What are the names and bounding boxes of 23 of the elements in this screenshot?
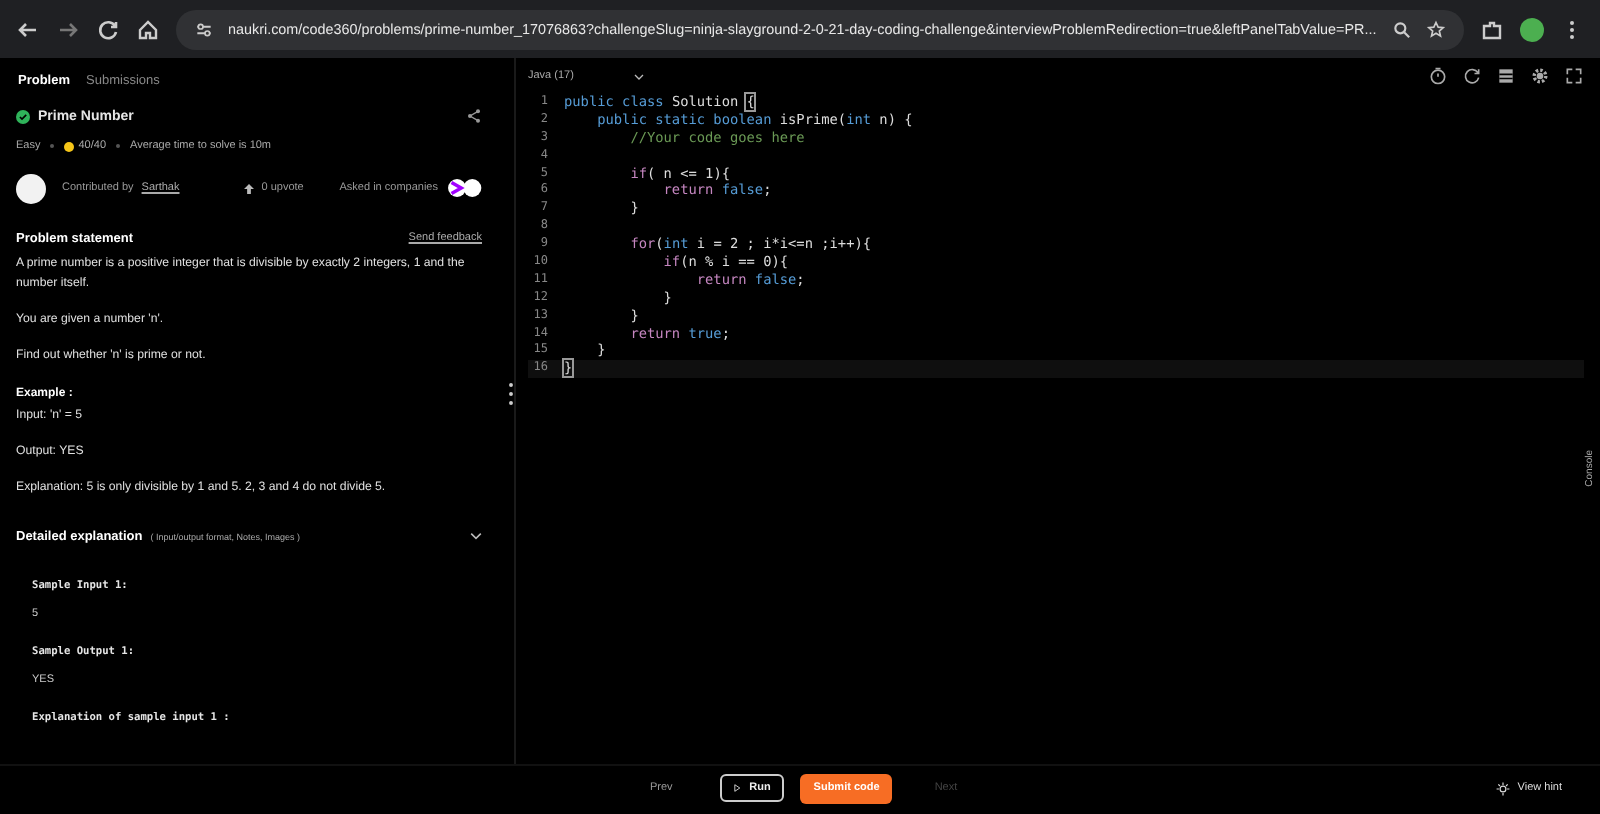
lightbulb-icon[interactable] xyxy=(1495,781,1510,795)
chevron-down-icon[interactable] xyxy=(633,73,644,79)
timer-icon[interactable] xyxy=(1428,66,1448,86)
settings-icon[interactable] xyxy=(1530,66,1550,86)
avatar-circle xyxy=(16,173,46,203)
forward-arrow-icon[interactable] xyxy=(56,17,80,41)
site-settings-icon[interactable] xyxy=(194,19,214,39)
resize-handle-icon[interactable] xyxy=(508,380,514,408)
upvote-icon[interactable] xyxy=(243,183,254,193)
bookmark-star-icon[interactable] xyxy=(1426,19,1446,39)
back-arrow-icon[interactable] xyxy=(16,17,40,41)
share-icon[interactable] xyxy=(466,108,482,124)
zoom-icon[interactable] xyxy=(1392,19,1412,39)
layout-icon[interactable] xyxy=(1496,66,1516,86)
reload-icon[interactable] xyxy=(96,17,120,41)
chevron-icon[interactable] xyxy=(470,532,482,540)
profile-avatar[interactable] xyxy=(1520,17,1544,41)
fullscreen-icon[interactable] xyxy=(1564,66,1584,86)
reset-icon[interactable] xyxy=(1462,66,1482,86)
home-icon[interactable] xyxy=(136,17,160,41)
coin-icon xyxy=(64,141,75,151)
play-icon[interactable] xyxy=(734,782,742,794)
company-logos-icon[interactable] xyxy=(446,178,482,198)
